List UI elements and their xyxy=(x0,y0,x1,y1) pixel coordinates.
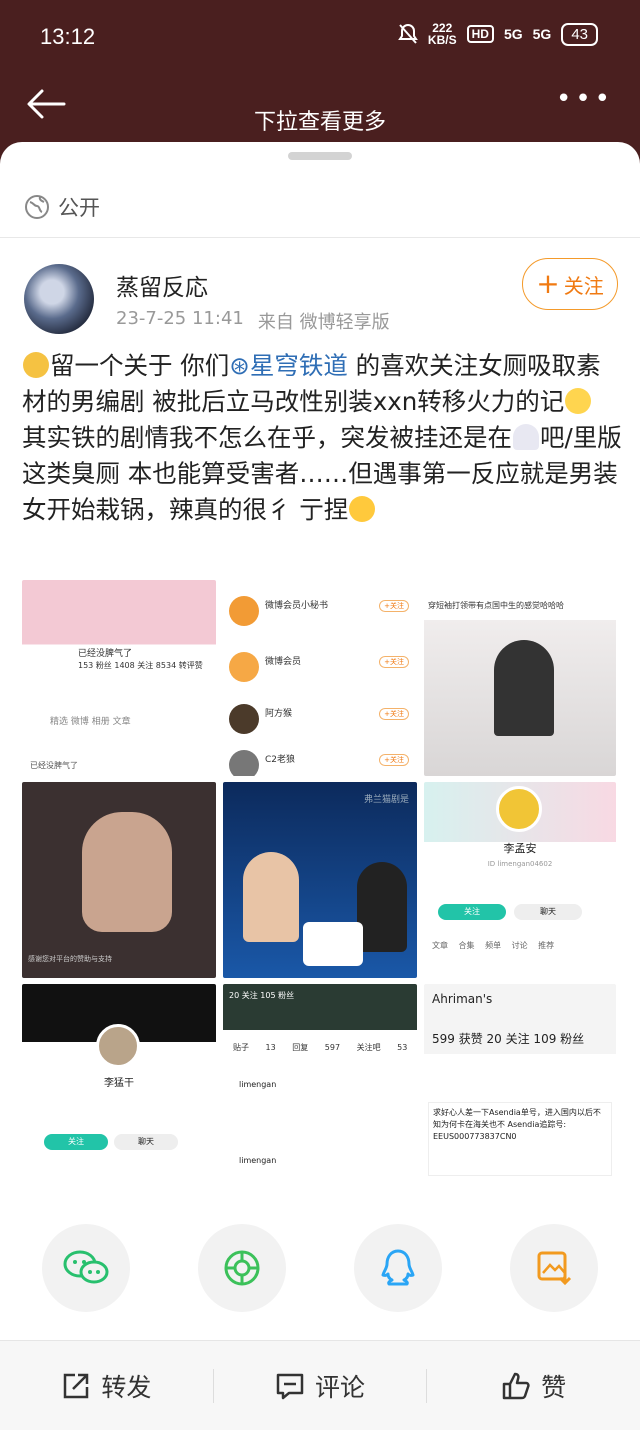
image-thumbnail-8[interactable]: 20 关注 105 粉丝 贴子 13 回复 597 关注吧 53 limenga… xyxy=(223,984,417,1180)
post-source: 来自 微博轻享版 xyxy=(257,312,390,333)
bottom-action-bar: 转发 评论 赞 xyxy=(0,1340,640,1430)
image-thumbnail-1[interactable]: 已经没脾气了 153 粉丝 1408 关注 8534 转评赞 精选 微博 相册 … xyxy=(22,580,216,776)
globe-icon xyxy=(25,195,49,219)
image-thumbnail-7[interactable]: 李猛干 关注 聊天 xyxy=(22,984,216,1180)
avatar xyxy=(96,1024,140,1068)
image-thumbnail-2[interactable]: 微博会员小秘书 +关注 微博会员 +关注 阿方猴 +关注 C2老狼 +关注 xyxy=(223,580,417,776)
666-emoji-icon xyxy=(349,496,376,522)
author-avatar[interactable] xyxy=(24,264,94,334)
qq-icon xyxy=(381,1249,415,1286)
share-moments-button[interactable] xyxy=(198,1224,286,1312)
status-icons: 222 KB/S HD 5G 5G 43 xyxy=(398,22,598,46)
image-thumbnail-6[interactable]: 李孟安 ID limengan04602 关注 聊天 文章 合集 频单 讨论 推… xyxy=(424,782,616,978)
follow-button[interactable]: + 关注 xyxy=(522,258,618,310)
network-speed: 222 KB/S xyxy=(427,21,457,47)
person-figure xyxy=(82,812,172,932)
repost-icon xyxy=(64,1373,89,1398)
battery-icon: 43 xyxy=(561,22,598,46)
ok-hand-emoji-icon xyxy=(23,352,49,378)
avatar xyxy=(496,786,542,832)
nav-title: 下拉查看更多 xyxy=(253,110,386,135)
nav-bar: 下拉查看更多 ••• xyxy=(0,76,640,146)
save-image-button[interactable] xyxy=(510,1224,598,1312)
post-sheet: 公开 蒸留反応 23-7-25 11:41 来自 微博轻享版 + 关注 留一个关… xyxy=(0,142,640,1430)
ghost-emoji-icon xyxy=(513,424,539,450)
moments-icon xyxy=(224,1250,260,1286)
comment-icon xyxy=(276,1373,304,1399)
avatar xyxy=(229,596,259,626)
hd-icon: HD xyxy=(466,25,494,43)
post-text: 留一个关于 你们⊛星穹铁道 的喜欢关注女厕吸取素材的男编剧 被批后立马改性别装x… xyxy=(22,351,622,524)
visibility-label: 公开 xyxy=(24,192,100,222)
signal-icon: 5G xyxy=(503,26,523,42)
image-thumbnail-9[interactable]: Ahriman's 599 获赞 20 关注 109 粉丝 求好心人差一下Ase… xyxy=(424,984,616,1180)
drag-handle[interactable] xyxy=(288,152,352,160)
post-date: 23-7-25 11:41 xyxy=(116,308,244,329)
image-thumbnail-4[interactable]: 感谢您对平台的赞助与支持 xyxy=(22,782,216,978)
person-figure xyxy=(494,640,554,736)
mute-bell-icon xyxy=(398,23,418,44)
comment-button[interactable]: 评论 xyxy=(214,1341,427,1430)
status-bar: 13:12 222 KB/S HD 5G 5G 43 xyxy=(0,0,640,76)
status-time: 13:12 xyxy=(40,24,96,49)
save-image-icon xyxy=(537,1251,572,1286)
share-qq-button[interactable] xyxy=(354,1224,442,1312)
avatar xyxy=(229,704,259,734)
repost-button[interactable]: 转发 xyxy=(0,1341,213,1430)
person-figure xyxy=(357,862,407,952)
more-icon[interactable]: ••• xyxy=(556,84,614,114)
share-wechat-button[interactable] xyxy=(42,1224,130,1312)
image-thumbnail-3[interactable]: 穿短袖打领带有点国中生的感觉哈哈哈 xyxy=(424,580,616,776)
person-figure xyxy=(243,852,299,942)
avatar xyxy=(229,652,259,682)
image-thumbnail-5[interactable]: 弗兰猫剧是 xyxy=(223,782,417,978)
plus-icon: + xyxy=(536,267,560,300)
thumbs-up-icon xyxy=(502,1372,530,1399)
topic-link[interactable]: ⊛星穹铁道 xyxy=(229,351,348,380)
bilibili-mascot-icon xyxy=(303,922,363,966)
image-grid: 已经没脾气了 153 粉丝 1408 关注 8534 转评赞 精选 微博 相册 … xyxy=(22,580,618,1180)
signal-icon-2: 5G xyxy=(532,26,552,42)
divider xyxy=(0,237,640,238)
face-emoji-icon xyxy=(565,388,592,414)
like-button[interactable]: 赞 xyxy=(427,1341,640,1430)
author-name[interactable]: 蒸留反応 xyxy=(116,268,208,302)
avatar xyxy=(229,750,259,776)
wechat-icon xyxy=(63,1250,109,1284)
post-meta: 23-7-25 11:41 来自 微博轻享版 xyxy=(116,308,390,334)
